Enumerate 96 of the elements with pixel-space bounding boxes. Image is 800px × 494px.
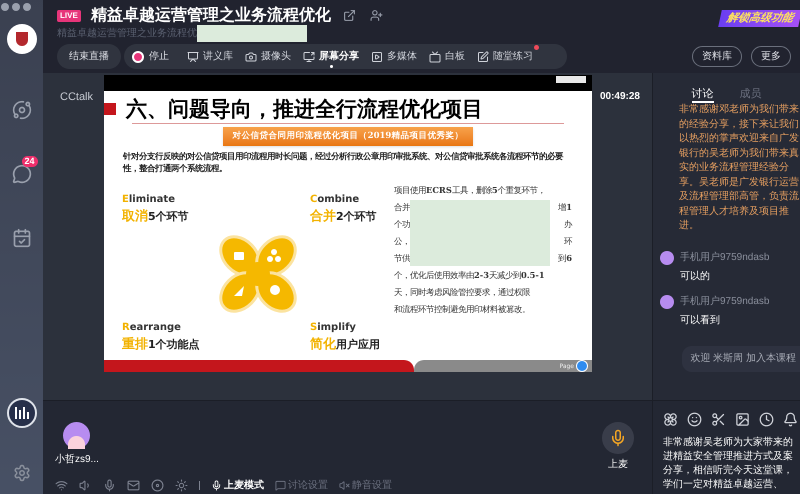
mic-button[interactable] <box>602 422 634 454</box>
mic-icon[interactable] <box>103 479 116 492</box>
ecrs-action: 合并2个环节 <box>310 208 378 226</box>
header-button[interactable]: 资料库 <box>692 46 742 67</box>
paragraph-line: 个功 <box>394 218 410 231</box>
course-title: 精益卓越运营管理之业务流程优化 <box>90 5 331 26</box>
paragraph-line: 办 <box>564 218 572 231</box>
presentation-icon <box>187 50 199 62</box>
announcement-line: 银行的吴老师为我们带来真 <box>679 146 800 160</box>
flower-icon[interactable] <box>663 412 678 427</box>
paragraph-line: 公， <box>394 235 410 248</box>
bell-icon[interactable] <box>783 412 798 427</box>
paragraph-line: 增1 <box>558 201 572 214</box>
paragraph-line: 合并 <box>394 201 410 214</box>
announcement-line: 享。吴老师是广发银行运营 <box>679 176 800 190</box>
draft-line: 进精益安全管理推进方式及案 <box>663 450 794 464</box>
unread-badge: 24 <box>22 156 38 167</box>
announcement-line: 的经验分享，接下来让我们 <box>679 118 800 132</box>
toolbar-button[interactable]: 讲义库 <box>187 45 233 68</box>
camera-icon <box>245 50 257 62</box>
mail-icon[interactable] <box>127 479 140 492</box>
toolbar-button[interactable]: 白板 <box>429 45 465 68</box>
emoji-icon[interactable] <box>687 412 702 427</box>
announcement-line: 进。 <box>679 219 700 233</box>
setting-button[interactable]: 上麦模式 <box>211 478 264 493</box>
avatar[interactable] <box>63 422 90 449</box>
record-icon <box>132 50 144 62</box>
chat-icon <box>275 480 286 491</box>
ecrs-action: 取消5个环节 <box>122 208 190 226</box>
end-live-button[interactable]: 结束直播 <box>57 44 121 69</box>
mic-icon <box>211 480 222 491</box>
header-button[interactable]: 更多 <box>751 46 791 67</box>
live-badge: LIVE <box>57 10 81 22</box>
ecrs-action: 简化用户应用 <box>310 336 381 354</box>
mic-label: 上麦 <box>608 458 628 472</box>
user-name: 手机用户9759ndasb <box>680 294 770 308</box>
paragraph-line: 和流程环节控制避免用印材料被篡改。 <box>394 303 530 316</box>
disc-icon[interactable] <box>151 479 164 492</box>
screen-share-icon <box>303 50 315 62</box>
announcement-line: 及流程管理部高管，负责流 <box>679 190 800 204</box>
clock-icon[interactable] <box>759 412 774 427</box>
calendar-check-icon[interactable] <box>12 228 32 248</box>
announcement-line: 程管理人才培养及项目推 <box>679 204 790 218</box>
ecrs-action: 重排1个功能点 <box>122 336 201 354</box>
draft-line: 分享，相信听完今天这堂课， <box>663 464 794 478</box>
mute-icon <box>339 480 350 491</box>
play-icon <box>371 50 383 62</box>
board-icon <box>429 50 441 62</box>
brand-label: CCtalk <box>60 90 94 105</box>
planet-icon[interactable] <box>12 100 32 120</box>
upgrade-badge[interactable]: 解锁高级功能 <box>718 10 800 27</box>
slide-title: 六、问题导向，推进全行流程优化项目 <box>126 95 483 124</box>
paragraph-line: 环 <box>564 235 572 248</box>
message-text: 可以的 <box>680 270 711 284</box>
brightness-icon[interactable] <box>175 479 188 492</box>
paragraph-line: 到6 <box>558 252 572 265</box>
participant-name: 小哲zs9... <box>55 452 99 467</box>
paragraph-line: 个，优化后使用效率由2-3天减少到0.5-1 <box>394 269 545 282</box>
announcement-line: 实的业务流程管理经验分 <box>679 161 790 175</box>
scissors-icon[interactable] <box>711 412 726 427</box>
user-name: 手机用户9759ndasb <box>680 250 770 264</box>
paragraph-line: 天，同时考虑风险管控要求，通过权限 <box>394 286 530 299</box>
avatar[interactable] <box>660 294 674 308</box>
ecrs-word: Eliminate <box>122 193 176 207</box>
image-icon[interactable] <box>735 412 750 427</box>
slide-banner: 对公信贷合同用印流程优化项目（2019精品项目优秀奖） <box>222 127 474 146</box>
app-logo[interactable] <box>6 398 36 428</box>
title-marker <box>104 102 116 115</box>
settings-icon[interactable] <box>12 464 30 482</box>
share-icon[interactable] <box>342 9 356 22</box>
draft-line: 学们一定对精益卓越运营、 <box>663 478 784 492</box>
toolbar-button[interactable]: 多媒体 <box>371 45 417 68</box>
speaker-icon[interactable] <box>79 479 92 492</box>
paragraph-line: 节供 <box>394 252 410 265</box>
user-icon[interactable] <box>370 9 383 22</box>
ecrs-word: Rearrange <box>122 320 182 334</box>
join-notice: 欢迎 米斯周 加入本课程 <box>682 346 800 372</box>
announcement-line: 以热烈的掌声欢迎来自广发 <box>679 132 800 146</box>
toolbar-button[interactable]: 摄像头 <box>245 45 291 68</box>
intro-paragraph: 针对分支行反映的对公信贷项目用印流程用时长问题，经过分析行政公章用印审批系统、对公信贷审批系统各流程环节的必要性，整合打通两个系统流程。 <box>123 151 564 174</box>
message-text: 可以看到 <box>680 314 721 328</box>
pen-icon <box>477 50 489 62</box>
live-timer: 00:49:28 <box>600 90 640 104</box>
announcement-line: 非常感谢邓老师为我们带来 <box>679 103 800 117</box>
ecrs-word: Combine <box>310 193 360 207</box>
school-logo[interactable] <box>6 24 36 54</box>
ecrs-word: Simplify <box>310 320 357 334</box>
course-subtitle: 精益卓越运营管理之业务流程优 <box>57 26 197 40</box>
toolbar-button[interactable]: 随堂练习 <box>477 45 533 68</box>
toolbar-button[interactable]: 屏幕分享 <box>303 45 359 68</box>
chat-tab[interactable]: 讨论 <box>692 86 714 103</box>
paragraph-line: 项目使用ECRS工具，删除5个重复环节， <box>394 184 546 197</box>
avatar[interactable] <box>660 250 674 264</box>
draft-line: 非常感谢吴老师为大家带来的 <box>663 436 794 450</box>
stop-button[interactable]: 停止 <box>132 49 169 64</box>
mic-icon <box>609 429 627 447</box>
